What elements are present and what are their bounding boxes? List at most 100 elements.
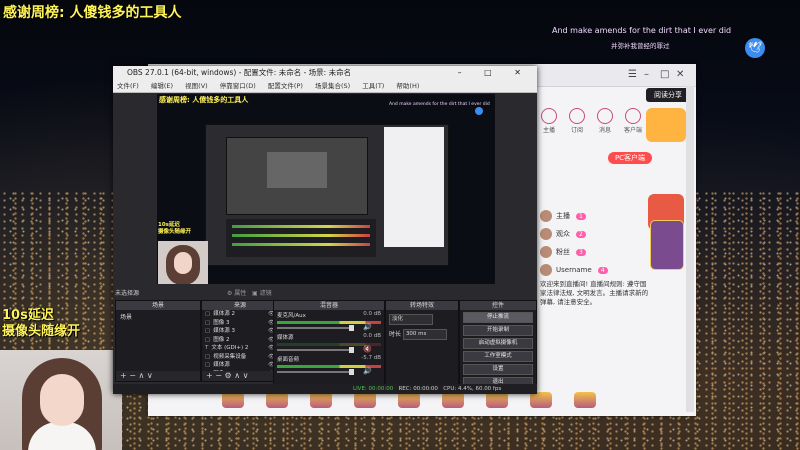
sources-header: 来源 <box>202 301 278 310</box>
mixer-channel-level: 0.0 dB <box>363 311 381 317</box>
rp-icon-anchor[interactable]: 主播 <box>540 108 558 134</box>
source-item[interactable]: ▢ 媒体源 👁 <box>202 361 278 370</box>
preview-delay-line1: 10s延迟 <box>158 222 180 228</box>
preview-nested-browser <box>384 127 444 247</box>
start-recording-button[interactable]: 开始录制 <box>463 325 533 336</box>
rp-icon-message[interactable]: 消息 <box>596 108 614 134</box>
browser-close-icon[interactable]: ✕ <box>676 69 684 80</box>
source-tabs: ⚙ 属性 ▣ 滤镜 <box>227 288 272 297</box>
scenes-toolbar[interactable]: + − ∧ ∨ <box>116 371 200 381</box>
mixer-channel: 媒体源 0.0 dB 🔇 <box>274 332 384 354</box>
mixer-channel-level: 0.0 dB <box>363 333 381 339</box>
browser-minimize-icon[interactable]: – <box>644 69 649 80</box>
volume-slider[interactable] <box>277 325 354 331</box>
source-item[interactable]: ▢ 媒体源 2 👁 <box>202 310 278 319</box>
menu-scene-collection[interactable]: 场景集合(S) <box>315 82 350 90</box>
filters-button[interactable]: ▣ 滤镜 <box>252 290 272 297</box>
controls-panel: 控件 停止推流 开始录制 启动虚拟摄像机 工作室模式 设置 退出 <box>459 300 537 388</box>
preview-webcam-face <box>174 252 192 274</box>
sources-toolbar[interactable]: + − ⚙ ∧ ∨ <box>202 371 278 381</box>
menu-help[interactable]: 帮助(H) <box>396 82 419 90</box>
webcam-feed <box>0 350 122 450</box>
window-controls[interactable]: – □ ✕ <box>458 66 531 80</box>
obs-title-text: OBS 27.0.1 (64-bit, windows) - 配置文件: 未命名… <box>127 68 352 77</box>
promo-badge[interactable] <box>646 108 686 142</box>
source-item[interactable]: ▢ 图像 2 👁 <box>202 336 278 345</box>
settings-button[interactable]: 设置 <box>463 364 533 375</box>
overlay-delay-line1: 10s延迟 <box>2 308 54 323</box>
preview-nested-capture <box>205 124 449 266</box>
menu-file[interactable]: 文件(F) <box>117 82 139 90</box>
scenes-header: 场景 <box>116 301 200 310</box>
properties-button[interactable]: ⚙ 属性 <box>227 290 246 297</box>
volume-slider[interactable] <box>277 369 354 375</box>
source-type-icon: ▢ <box>205 362 211 368</box>
start-virtual-camera-button[interactable]: 启动虚拟摄像机 <box>463 338 533 349</box>
gift-item[interactable] <box>398 392 420 408</box>
studio-mode-button[interactable]: 工作室模式 <box>463 351 533 362</box>
scene-item[interactable]: 场景 <box>116 310 200 323</box>
stop-streaming-button[interactable]: 停止推流 <box>463 312 533 323</box>
overlay-delay-line2: 摄像头随缘开 <box>2 324 81 339</box>
rank-row[interactable]: 主播 1 <box>540 210 586 224</box>
source-item[interactable]: ▢ 媒体源 3 👁 <box>202 327 278 336</box>
rp-icon-subscribe[interactable]: 订阅 <box>568 108 586 134</box>
duration-input[interactable]: 300 ms <box>402 329 447 340</box>
overlay-thanks-title: 感谢周榜: 人傻钱多的工具人 <box>3 5 182 21</box>
transition-duration-row: 时长 300 ms <box>386 325 458 340</box>
obs-preview[interactable]: 感谢周榜: 人傻钱多的工具人 And make amends for the d… <box>157 94 495 284</box>
gift-item[interactable] <box>530 392 552 408</box>
preview-thanks-title: 感谢周榜: 人傻钱多的工具人 <box>159 96 249 104</box>
speaker-icon[interactable]: 🔊 <box>363 323 372 331</box>
obs-titlebar[interactable]: OBS 27.0.1 (64-bit, windows) - 配置文件: 未命名… <box>113 66 537 80</box>
speaker-icon[interactable]: 🔊 <box>363 367 372 375</box>
pc-client-button[interactable]: PC客户端 <box>608 152 652 164</box>
source-type-icon: ▢ <box>205 311 211 317</box>
source-item[interactable]: ▢ 图像 3 👁 <box>202 319 278 328</box>
rank-row[interactable]: 粉丝 3 <box>540 246 586 260</box>
menu-edit[interactable]: 编辑(E) <box>151 82 173 90</box>
gift-item[interactable] <box>442 392 464 408</box>
browser-menu-icon[interactable]: ☰ <box>628 69 637 80</box>
controls-header: 控件 <box>460 301 536 310</box>
source-item[interactable]: T 文本 (GDI+) 2 👁 <box>202 344 278 353</box>
transition-type-select[interactable]: 淡化 <box>389 314 433 325</box>
gift-item[interactable] <box>486 392 508 408</box>
volume-slider[interactable] <box>277 347 354 353</box>
source-item[interactable]: ▢ 视频采集设备 👁 <box>202 353 278 362</box>
preview-delay-line2: 摄像头随缘开 <box>158 229 192 235</box>
gift-item[interactable] <box>222 392 244 408</box>
preview-nested-preview <box>226 137 368 215</box>
rank-row[interactable]: 观众 2 <box>540 228 586 242</box>
live-status: LIVE: 00:00:00 <box>353 386 394 392</box>
menu-profile[interactable]: 配置文件(P) <box>268 82 303 90</box>
duration-label: 时长 <box>389 331 402 338</box>
anchor-icon <box>541 108 557 124</box>
menu-view[interactable]: 视图(V) <box>185 82 208 90</box>
rp-icon-client[interactable]: 客户端 <box>624 108 642 134</box>
no-source-selected-label: 未选择源 <box>115 290 140 297</box>
menu-docks[interactable]: 停靠窗口(D) <box>220 82 256 90</box>
gift-item[interactable] <box>574 392 596 408</box>
source-type-icon: ▢ <box>205 328 211 334</box>
browser-maximize-icon[interactable]: □ <box>660 69 669 80</box>
right-panel-icon-bar: 主播 订阅 消息 客户端 <box>540 108 642 134</box>
gift-item[interactable] <box>266 392 288 408</box>
browser-scrollbar[interactable] <box>686 86 694 412</box>
sources-panel: 来源 ▢ 媒体源 2 👁 ▢ 图像 3 👁 ▢ 媒体源 3 👁 ▢ 图像 2 👁 T 文本 (GD… <box>201 300 279 382</box>
menu-tools[interactable]: 工具(T) <box>362 82 384 90</box>
gift-item[interactable] <box>310 392 332 408</box>
preview-nested-inner <box>267 152 327 188</box>
transition-type-row: 淡化 <box>386 310 458 325</box>
preview-nested-mixer <box>226 219 376 257</box>
cpu-status: CPU: 4.4%, 60.00 fps <box>443 386 502 392</box>
gift-item[interactable] <box>354 392 376 408</box>
streamer-card[interactable] <box>650 220 684 270</box>
rank-row[interactable]: Username 4 <box>540 264 608 278</box>
audio-mixer-panel: 混音器 麦克风/Aux 0.0 dB 🔊 媒体源 0.0 dB 🔇 桌面音频 -… <box>273 300 385 386</box>
speaker-muted-icon[interactable]: 🔇 <box>363 345 372 353</box>
rec-status: REC: 00:00:00 <box>398 386 438 392</box>
mixer-channel-name: 媒体源 <box>277 335 294 341</box>
avatar <box>540 246 552 258</box>
share-button[interactable]: 阅读分享 <box>646 88 690 102</box>
